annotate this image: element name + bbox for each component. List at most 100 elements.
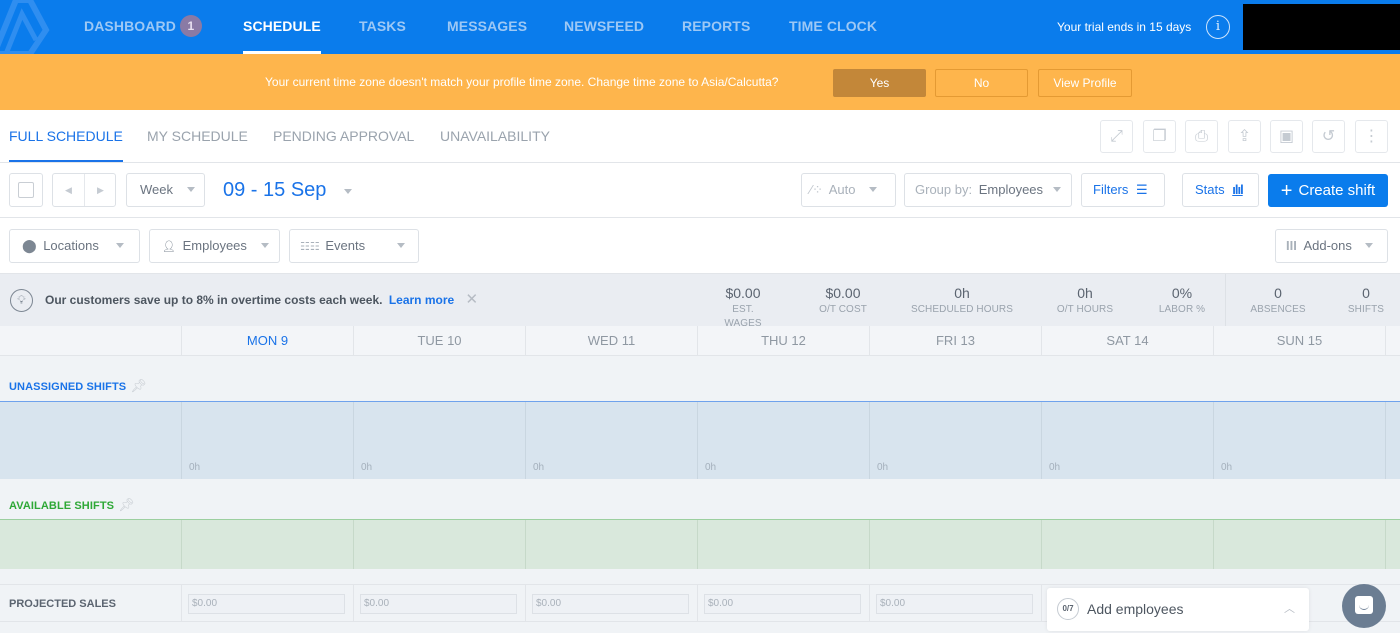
view-profile-button[interactable]: View Profile xyxy=(1038,69,1132,97)
column-divider xyxy=(525,520,526,569)
column-divider xyxy=(1213,402,1214,479)
filter-row: ⬤ Locations 👤︎ Employees ☷☷ Events III A… xyxy=(0,218,1400,274)
upload-icon[interactable]: ⇪ xyxy=(1228,120,1261,153)
filters-button[interactable]: Filters ☰ xyxy=(1081,173,1165,207)
events-filter[interactable]: ☷☷ Events xyxy=(289,229,419,263)
available-shifts-label: AVAILABLE SHIFTS 📌︎ xyxy=(9,497,135,513)
stats-button[interactable]: Stats ılıl xyxy=(1182,173,1259,207)
nav-dashboard[interactable]: DASHBOARD 1 xyxy=(84,0,202,54)
column-divider xyxy=(1213,520,1214,569)
unassigned-hours-wed: 0h xyxy=(533,462,545,473)
next-week-button[interactable]: ▶ xyxy=(85,174,116,206)
tab-pending-approval[interactable]: PENDING APPROVAL xyxy=(273,110,414,162)
create-shift-button[interactable]: + Create shift xyxy=(1268,174,1388,207)
column-divider xyxy=(1385,520,1386,569)
tab-my-schedule[interactable]: MY SCHEDULE xyxy=(147,110,248,162)
nav-reports[interactable]: REPORTS xyxy=(682,0,750,54)
column-divider xyxy=(869,520,870,569)
column-divider xyxy=(525,402,526,479)
info-icon[interactable]: i xyxy=(1206,15,1230,39)
expand-icon[interactable]: ⤢ xyxy=(1100,120,1133,153)
view-select[interactable]: Week xyxy=(126,173,205,207)
day-header-fri[interactable]: FRI 13 xyxy=(869,326,1041,356)
chat-launcher-button[interactable] xyxy=(1342,584,1386,628)
unassigned-shifts-label: UNASSIGNED SHIFTS 📌︎ xyxy=(9,378,147,394)
pin-icon[interactable]: 📌︎ xyxy=(118,497,135,513)
stats-divider xyxy=(1225,274,1226,326)
projected-sales-input-thu[interactable]: $0.00 xyxy=(704,594,861,614)
nav-messages[interactable]: MESSAGES xyxy=(447,0,527,54)
employees-filter[interactable]: 👤︎ Employees xyxy=(149,229,280,263)
auto-schedule-select[interactable]: ⁄⁘ Auto xyxy=(801,173,896,207)
day-header-sat[interactable]: SAT 14 xyxy=(1041,326,1213,356)
copy-icon[interactable]: ❐ xyxy=(1143,120,1176,153)
day-header-mon[interactable]: MON 9 xyxy=(181,326,353,356)
tab-unavailability[interactable]: UNAVAILABILITY xyxy=(440,110,550,162)
learn-more-link[interactable]: Learn more xyxy=(389,293,454,307)
column-divider xyxy=(353,585,354,621)
nav-newsfeed[interactable]: NEWSFEED xyxy=(564,0,644,54)
chevron-down-icon xyxy=(186,187,195,192)
calendar-sync-icon[interactable]: ▣ xyxy=(1270,120,1303,153)
projected-sales-input-fri[interactable]: $0.00 xyxy=(876,594,1033,614)
chevron-down-icon xyxy=(869,187,878,192)
nav-tasks[interactable]: TASKS xyxy=(359,0,406,54)
previous-week-button[interactable]: ◀ xyxy=(53,174,84,206)
column-divider xyxy=(181,402,182,479)
chat-icon xyxy=(1355,596,1373,614)
schedule-subtabs: FULL SCHEDULE MY SCHEDULE PENDING APPROV… xyxy=(0,110,1400,163)
more-vertical-icon[interactable]: ⋮ xyxy=(1355,120,1388,153)
projected-sales-input-tue[interactable]: $0.00 xyxy=(360,594,517,614)
timezone-warning-message: Your current time zone doesn't match you… xyxy=(265,75,779,89)
stat-ot-hours: 0h O/T HOURS xyxy=(1056,285,1114,315)
column-divider xyxy=(1041,520,1042,569)
timezone-no-button[interactable]: No xyxy=(935,69,1028,97)
available-shifts-row xyxy=(0,519,1400,569)
column-divider xyxy=(697,402,698,479)
unassigned-hours-sat: 0h xyxy=(1049,462,1061,473)
add-employees-widget[interactable]: 0/7 Add employees ︿ xyxy=(1047,588,1309,631)
chevron-down-icon xyxy=(396,243,405,248)
nav-time-clock[interactable]: TIME CLOCK xyxy=(789,0,877,54)
close-icon[interactable]: ✕ xyxy=(466,291,479,308)
day-header-wed[interactable]: WED 11 xyxy=(525,326,697,356)
locations-filter[interactable]: ⬤ Locations xyxy=(9,229,140,263)
stat-ot-cost: $0.00 O/T COST xyxy=(819,285,867,315)
column-divider xyxy=(869,402,870,479)
column-divider xyxy=(353,520,354,569)
bar-chart-icon: ılıl xyxy=(1232,182,1243,197)
projected-sales-input-wed[interactable]: $0.00 xyxy=(532,594,689,614)
group-by-select[interactable]: Group by: Employees xyxy=(904,173,1072,207)
nav-schedule[interactable]: SCHEDULE xyxy=(243,0,321,54)
day-header-sun[interactable]: SUN 15 xyxy=(1213,326,1385,356)
stats-bar: 💡︎ Our customers save up to 8% in overti… xyxy=(0,274,1400,329)
timezone-yes-button[interactable]: Yes xyxy=(833,69,926,97)
pin-icon[interactable]: 📌︎ xyxy=(130,378,147,394)
chevron-up-icon[interactable]: ︿ xyxy=(1284,588,1295,631)
logo[interactable] xyxy=(0,0,50,54)
day-header-thu[interactable]: THU 12 xyxy=(697,326,869,356)
projected-sales-input-mon[interactable]: $0.00 xyxy=(188,594,345,614)
user-icon: 👤︎ xyxy=(162,241,176,253)
addons-button[interactable]: III Add-ons xyxy=(1275,229,1388,263)
day-header-tue[interactable]: TUE 10 xyxy=(353,326,525,356)
column-divider xyxy=(181,520,182,569)
tab-full-schedule[interactable]: FULL SCHEDULE xyxy=(9,110,123,162)
print-icon[interactable]: ⎙ xyxy=(1185,120,1218,153)
location-pin-icon: ⬤ xyxy=(22,238,37,253)
notification-badge: 1 xyxy=(179,15,202,37)
unassigned-hours-thu: 0h xyxy=(705,462,717,473)
day-header-spacer xyxy=(1385,326,1400,356)
column-divider xyxy=(525,585,526,621)
column-divider xyxy=(1041,585,1042,621)
overtime-promo: Our customers save up to 8% in overtime … xyxy=(45,291,479,308)
date-range-picker[interactable]: 09 - 15 Sep xyxy=(223,163,352,218)
chevron-down-icon xyxy=(343,189,352,194)
account-menu-redacted[interactable] xyxy=(1243,4,1400,50)
unassigned-hours-mon: 0h xyxy=(189,462,201,473)
select-all-checkbox[interactable] xyxy=(9,173,43,207)
sliders-icon: ☰ xyxy=(1136,182,1148,197)
chevron-down-icon xyxy=(1052,187,1061,192)
history-icon[interactable]: ↺ xyxy=(1312,120,1345,153)
stat-absences: 0 ABSENCES xyxy=(1250,285,1306,315)
